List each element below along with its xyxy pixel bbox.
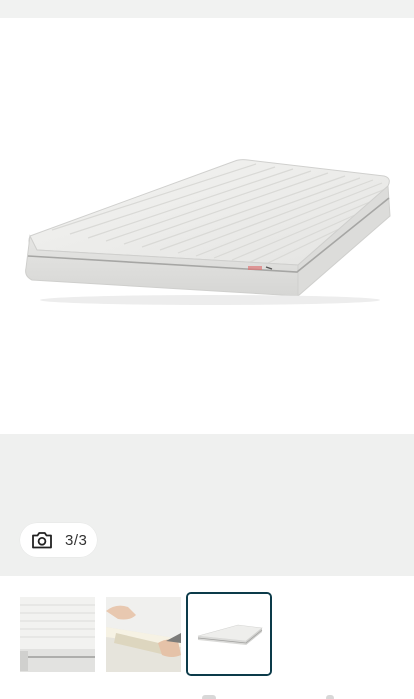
thumbnail-strip	[0, 576, 414, 699]
scroll-hint-right	[326, 695, 334, 699]
thumbnail-2-image	[106, 597, 181, 672]
mattress-image	[25, 159, 391, 305]
thumbnail-2[interactable]	[106, 597, 181, 672]
scroll-hint-left	[202, 695, 216, 699]
camera-icon	[32, 532, 52, 549]
product-gallery-page: 3/3	[0, 0, 414, 699]
image-counter-badge[interactable]: 3/3	[20, 523, 97, 557]
top-strip	[0, 0, 414, 18]
main-product-image[interactable]	[0, 18, 414, 434]
image-counter-text: 3/3	[65, 531, 88, 549]
thumbnail-1-image	[20, 597, 95, 672]
thumbnail-1[interactable]	[20, 597, 95, 672]
thumbnail-3-image	[188, 594, 270, 674]
thumbnail-3-selected[interactable]	[186, 592, 272, 676]
